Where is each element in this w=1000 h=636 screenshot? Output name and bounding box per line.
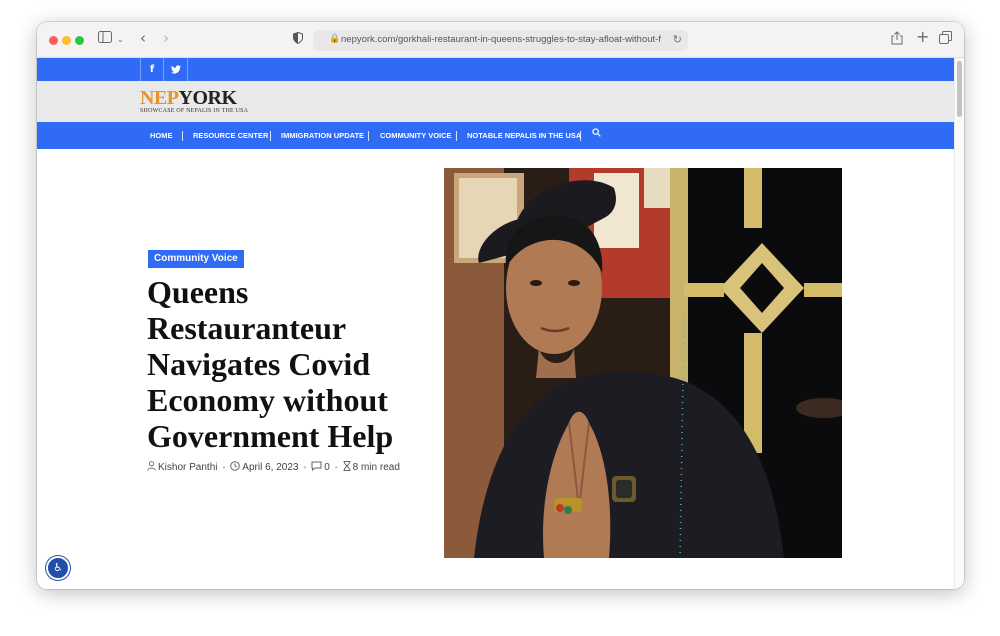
clock-icon bbox=[230, 461, 241, 474]
article-hero-image bbox=[444, 168, 842, 558]
publish-date: April 6, 2023 bbox=[242, 462, 299, 473]
sidebar-icon[interactable] bbox=[98, 31, 112, 49]
chevron-down-icon[interactable]: ⌄ bbox=[117, 31, 124, 49]
address-bar[interactable]: 🔒 nepyork.com/gorkhali-restaurant-in-que… bbox=[313, 30, 688, 51]
minimize-window-button[interactable] bbox=[62, 36, 71, 45]
tabs-overview-icon[interactable] bbox=[939, 31, 952, 50]
comment-icon bbox=[311, 461, 322, 474]
nav-divider bbox=[456, 131, 457, 141]
lock-icon: 🔒 bbox=[329, 34, 341, 44]
nav-divider bbox=[368, 131, 369, 141]
nav-item-resource-center[interactable]: RESOURCE CENTER bbox=[193, 122, 268, 149]
article-title: Queens Restauranteur Navigates Covid Eco… bbox=[147, 274, 394, 454]
share-icon[interactable] bbox=[891, 31, 903, 51]
back-icon[interactable]: ‹ bbox=[140, 29, 146, 47]
scrollbar-thumb[interactable] bbox=[957, 61, 962, 117]
close-window-button[interactable] bbox=[49, 36, 58, 45]
facebook-icon[interactable]: f bbox=[140, 58, 164, 81]
search-icon[interactable] bbox=[592, 122, 601, 149]
author-link[interactable]: Kishor Panthi bbox=[158, 462, 217, 473]
twitter-icon[interactable] bbox=[164, 58, 188, 81]
main-nav: HOME RESOURCE CENTER IMMIGRATION UPDATE … bbox=[37, 122, 954, 149]
web-page: f NEPYORK SHOWCASE OF NEPALIS IN THE USA… bbox=[37, 58, 954, 589]
accessibility-icon[interactable]: ♿ bbox=[46, 556, 70, 580]
new-tab-icon[interactable]: + bbox=[916, 28, 929, 46]
url-text[interactable]: nepyork.com/gorkhali-restaurant-in-queen… bbox=[341, 34, 661, 45]
comment-count[interactable]: 0 bbox=[324, 462, 330, 473]
read-time: 8 min read bbox=[352, 462, 400, 473]
user-icon bbox=[147, 461, 156, 474]
privacy-shield-icon[interactable] bbox=[293, 31, 303, 47]
site-tagline: SHOWCASE OF NEPALIS IN THE USA bbox=[140, 108, 249, 114]
nav-divider bbox=[580, 131, 581, 141]
nav-divider bbox=[270, 131, 271, 141]
hourglass-icon bbox=[343, 461, 351, 474]
meta-separator: • bbox=[334, 463, 338, 472]
nav-item-immigration-update[interactable]: IMMIGRATION UPDATE bbox=[281, 122, 364, 149]
page-scrollbar[interactable] bbox=[954, 58, 964, 589]
meta-separator: • bbox=[303, 463, 307, 472]
zoom-window-button[interactable] bbox=[75, 36, 84, 45]
nav-divider bbox=[182, 131, 183, 141]
browser-window: ⌄ ‹ › 🔒 nepyork.com/gorkhali-restaurant-… bbox=[37, 22, 964, 589]
article-meta: Kishor Panthi • April 6, 2023 • 0 • 8 mi… bbox=[147, 461, 400, 474]
site-header: NEPYORK SHOWCASE OF NEPALIS IN THE USA bbox=[37, 81, 954, 122]
nav-item-notable-nepalis[interactable]: NOTABLE NEPALIS IN THE USA bbox=[467, 122, 581, 149]
reload-icon[interactable]: ↻ bbox=[673, 33, 682, 46]
nav-item-community-voice[interactable]: COMMUNITY VOICE bbox=[380, 122, 452, 149]
social-bar: f bbox=[37, 58, 954, 81]
forward-icon[interactable]: › bbox=[163, 29, 169, 47]
category-badge[interactable]: Community Voice bbox=[148, 250, 244, 268]
browser-toolbar: ⌄ ‹ › 🔒 nepyork.com/gorkhali-restaurant-… bbox=[37, 22, 964, 58]
site-logo[interactable]: NEPYORK bbox=[140, 88, 237, 108]
nav-item-home[interactable]: HOME bbox=[150, 122, 173, 149]
meta-separator: • bbox=[222, 463, 226, 472]
